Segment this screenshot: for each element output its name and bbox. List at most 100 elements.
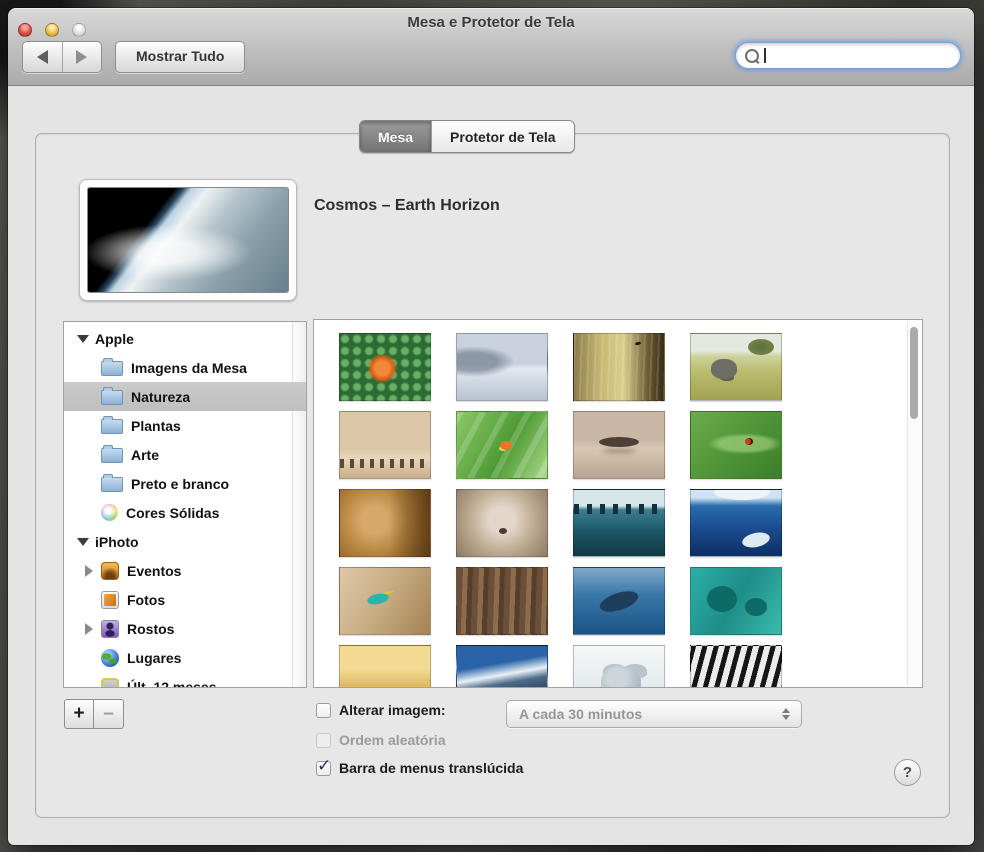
sidebar-item-label: Fotos (127, 592, 165, 608)
random-order-label: Ordem aleatória (339, 732, 446, 748)
random-order-checkbox[interactable] (316, 733, 331, 748)
sidebar-item-label: Imagens da Mesa (131, 360, 247, 376)
sidebar-group-label: Apple (95, 331, 134, 347)
thumbnail-clownfish-in-anemone[interactable] (339, 333, 431, 401)
sidebar-rows: AppleImagens da MesaNaturezaPlantasArteP… (64, 324, 295, 688)
wallpaper-source-list[interactable]: Apple Imagens da Mesa Natureza Plantas Arte P… (63, 321, 307, 688)
forward-arrow-icon (76, 50, 87, 64)
current-wallpaper-image (87, 187, 289, 293)
thumbnail-lion-profile[interactable] (339, 489, 431, 557)
thumbnail-snowy-mountains[interactable] (456, 645, 548, 688)
sidebar-item-lugares[interactable]: Lugares (64, 643, 295, 672)
grid-scrollbar[interactable] (907, 321, 921, 686)
translucent-menubar-row: Barra de menus translúcida (316, 760, 523, 776)
popup-stepper-icon (775, 708, 797, 720)
title-bar[interactable]: Mesa e Protetor de Tela Mostrar Tudo (8, 8, 974, 86)
search-field[interactable] (735, 42, 961, 69)
tab-mesa[interactable]: Mesa (360, 121, 431, 152)
random-order-row: Ordem aleatória (316, 732, 446, 748)
sidebar-item-label: Arte (131, 447, 159, 463)
remove-folder-button[interactable]: – (94, 699, 124, 729)
disclosure-open-icon[interactable] (77, 538, 89, 546)
back-arrow-icon (37, 50, 48, 64)
grid-scrollbar-thumb[interactable] (910, 327, 918, 419)
current-wallpaper-name: Cosmos – Earth Horizon (314, 197, 500, 215)
desktop-preferences-panel: Cosmos – Earth Horizon Apple Imagens da M… (35, 133, 950, 818)
tab-bar: Mesa Protetor de Tela (359, 120, 575, 153)
sidebar-item-ult-12-meses[interactable]: Últ. 12 meses (64, 672, 295, 688)
sidebar-item-plantas[interactable]: Plantas (64, 411, 295, 440)
thumbnail-bee-eater-bird[interactable] (339, 567, 431, 635)
change-image-label: Alterar imagem: (339, 702, 446, 718)
thumbnail-penguins-diving[interactable] (573, 489, 665, 557)
thumbnail-island-reflection[interactable] (573, 411, 665, 479)
sidebar-item-label: Últ. 12 meses (127, 679, 217, 689)
tab-protetor-de-tela[interactable]: Protetor de Tela (431, 121, 574, 152)
disclosure-closed-icon[interactable] (85, 565, 93, 577)
translucent-menubar-checkbox[interactable] (316, 761, 331, 776)
interval-select[interactable]: A cada 30 minutos (506, 700, 802, 728)
sidebar-item-fotos[interactable]: Fotos (64, 585, 295, 614)
thumbnail-ladybug-on-grass[interactable] (690, 411, 782, 479)
thumbnail-tree-bark-lizard[interactable] (456, 567, 548, 635)
add-remove-controls: + – (64, 699, 124, 729)
folder-icon (101, 390, 123, 405)
thumbnail-misty-lake[interactable] (456, 333, 548, 401)
thumbnail-tree-frog-on-leaf[interactable] (456, 411, 548, 479)
forward-button[interactable] (62, 42, 102, 72)
disclosure-closed-icon[interactable] (85, 623, 93, 635)
sidebar-item-label: Lugares (127, 650, 181, 666)
folder-icon (101, 419, 123, 434)
help-button[interactable]: ? (894, 759, 921, 786)
nav-buttons (22, 41, 102, 73)
current-wallpaper-well[interactable] (79, 179, 297, 301)
thumbnail-pelicans-on-shore[interactable] (339, 411, 431, 479)
photos-icon (101, 591, 119, 609)
sidebar-item-label: Cores Sólidas (126, 505, 219, 521)
disclosure-open-icon[interactable] (77, 335, 89, 343)
wallpaper-grid[interactable] (313, 319, 923, 688)
sidebar-item-eventos[interactable]: Eventos (64, 556, 295, 585)
sidebar-item-arte[interactable]: Arte (64, 440, 295, 469)
sidebar-group-iphoto[interactable]: iPhoto (64, 527, 295, 556)
interval-value: A cada 30 minutos (507, 706, 775, 722)
folder-icon (101, 448, 123, 463)
change-image-checkbox[interactable] (316, 703, 331, 718)
thumbnail-golden-cliff-with-bird[interactable] (573, 333, 665, 401)
thumbnail-cougar-face[interactable] (456, 489, 548, 557)
add-folder-button[interactable]: + (64, 699, 94, 729)
folder-icon (101, 477, 123, 492)
thumbnail-batfish-school[interactable] (690, 567, 782, 635)
sidebar-item-imagens-da-mesa[interactable]: Imagens da Mesa (64, 353, 295, 382)
thumbnail-elephant-savanna[interactable] (690, 333, 782, 401)
folder-icon (101, 361, 123, 376)
thumbnail-polar-bear-swimming[interactable] (690, 489, 782, 557)
sidebar-item-cores-solidas[interactable]: Cores Sólidas (64, 498, 295, 527)
change-image-row: Alterar imagem: (316, 702, 446, 718)
translucent-menubar-label: Barra de menus translúcida (339, 760, 523, 776)
sidebar-item-preto-e-branco[interactable]: Preto e branco (64, 469, 295, 498)
places-icon (101, 649, 119, 667)
text-caret (764, 48, 766, 63)
system-preferences-window: Mesa e Protetor de Tela Mostrar Tudo Mes… (8, 8, 974, 845)
sidebar-item-label: Rostos (127, 621, 174, 637)
sidebar-item-label: Preto e branco (131, 476, 229, 492)
sidebar-group-label: iPhoto (95, 534, 139, 550)
search-icon (745, 49, 759, 63)
thumbnail-animal-in-golden-grass[interactable] (339, 645, 431, 688)
calendar-icon (101, 678, 119, 689)
sidebar-item-rostos[interactable]: Rostos (64, 614, 295, 643)
thumbnail-zebra-stripes[interactable] (690, 645, 782, 688)
colors-sphere-icon (101, 504, 118, 521)
wallpaper-grid-inner (314, 320, 922, 688)
thumbnail-whale-underwater[interactable] (573, 567, 665, 635)
sidebar-item-label: Plantas (131, 418, 181, 434)
back-button[interactable] (23, 42, 62, 72)
sidebar-item-label: Eventos (127, 563, 181, 579)
thumbnail-snow-leopard[interactable] (573, 645, 665, 688)
events-icon (101, 562, 119, 580)
sidebar-group-apple[interactable]: Apple (64, 324, 295, 353)
sidebar-item-natureza[interactable]: Natureza (64, 382, 307, 411)
show-all-button[interactable]: Mostrar Tudo (115, 41, 245, 73)
window-title: Mesa e Protetor de Tela (8, 14, 974, 31)
